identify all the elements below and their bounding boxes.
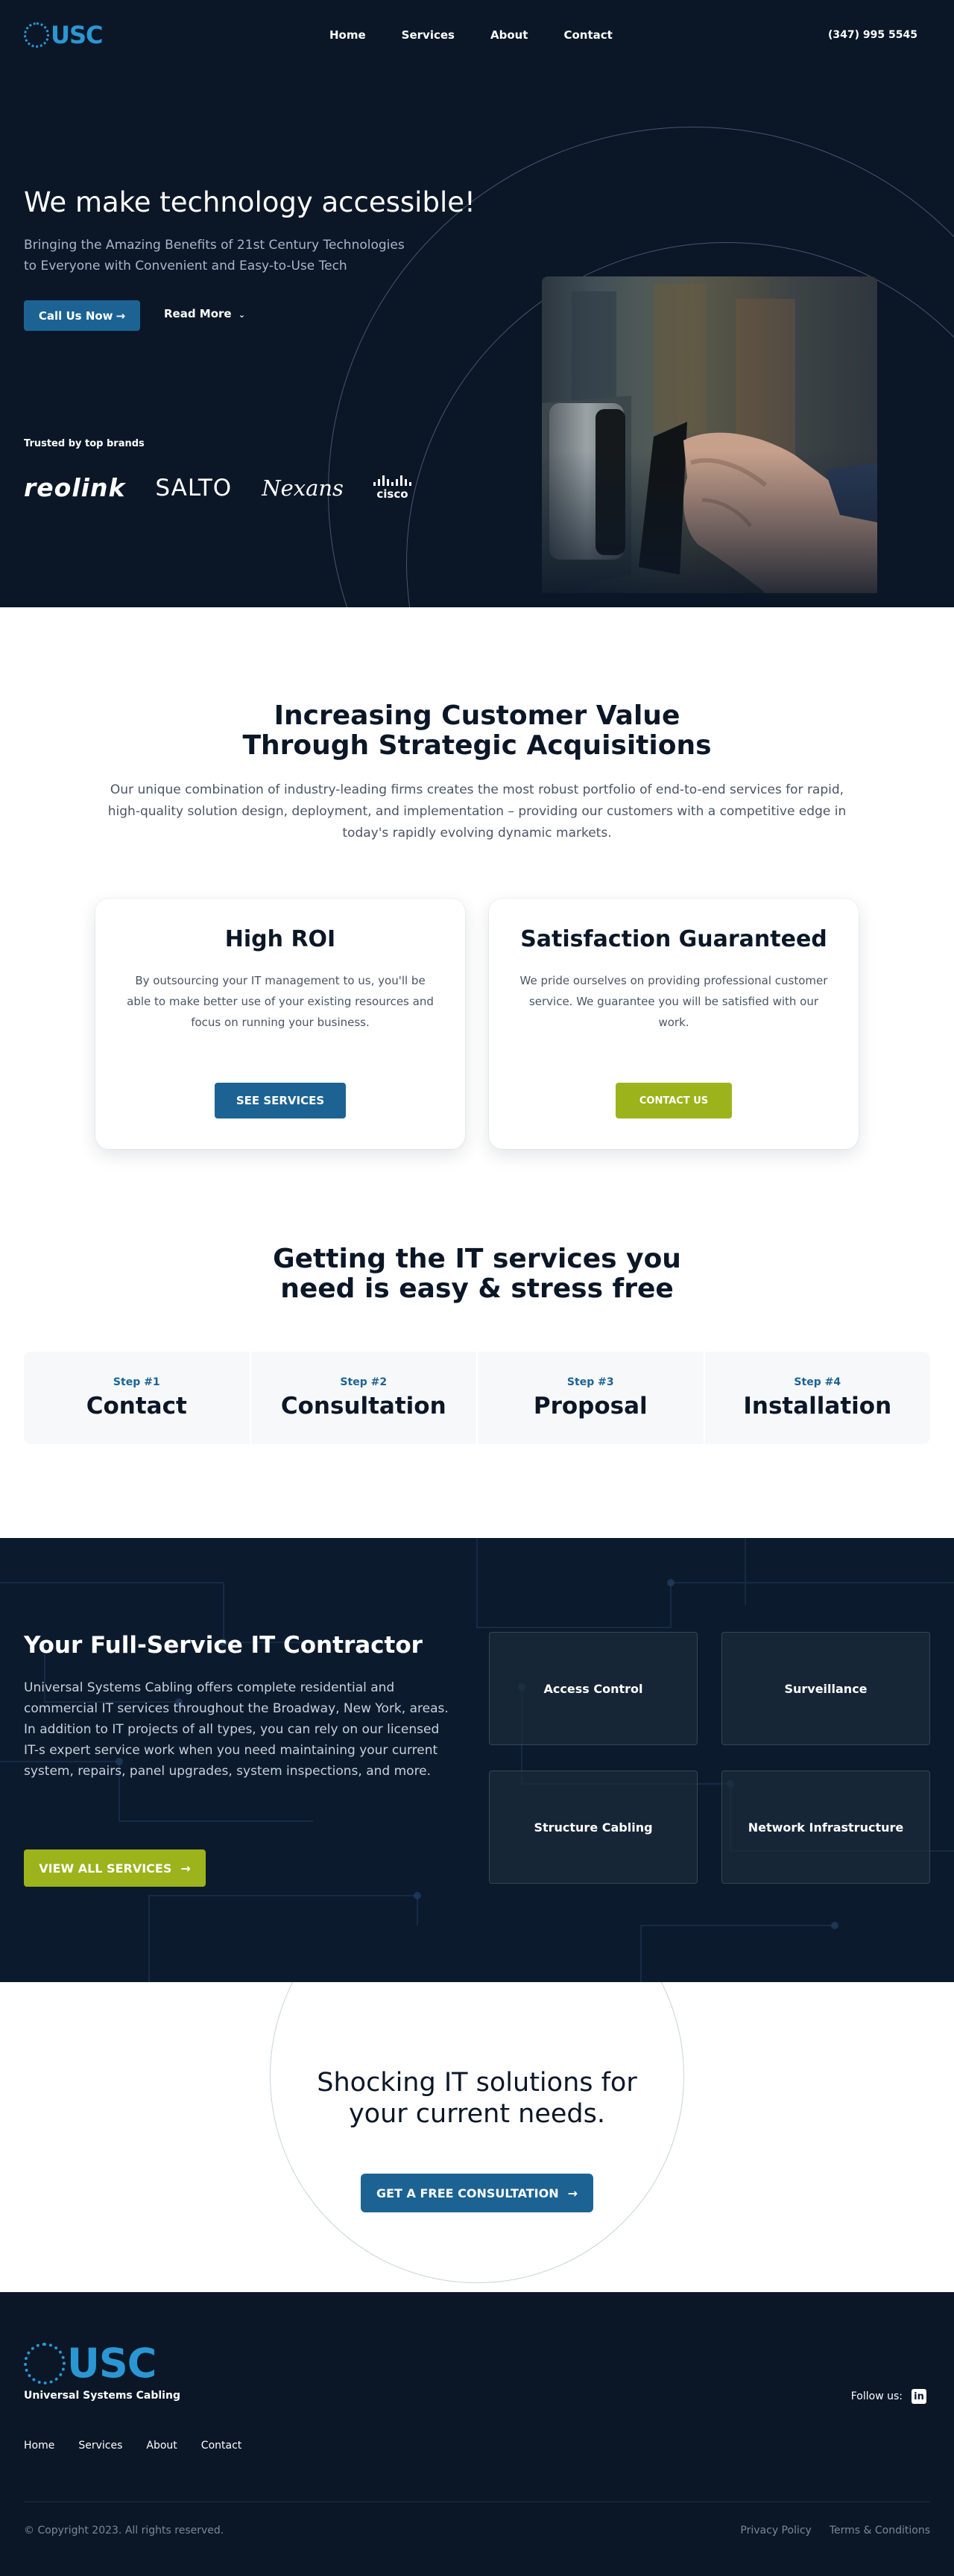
contractor-text: Universal Systems Cabling offers complet…: [24, 1680, 449, 1779]
title-line: Getting the IT services you: [273, 1244, 681, 1274]
brand-logo-nexans: Nexans: [262, 475, 344, 501]
step-number: Step #3: [566, 1376, 614, 1388]
hero-title: We make technology accessible!: [24, 186, 476, 218]
logo-dots-icon: [24, 2343, 66, 2384]
step-number: Step #1: [113, 1376, 160, 1388]
phone-link[interactable]: (347) 995 5545: [828, 29, 917, 41]
acquisitions-lead: Our unique combination of industry-leadi…: [107, 782, 847, 841]
arrow-right-icon: →: [567, 2186, 578, 2200]
card-satisfaction: Satisfaction Guaranteed We pride ourselv…: [489, 899, 859, 1149]
card-title: High ROI: [224, 926, 336, 952]
brand-logo-reolink: reolink: [24, 473, 126, 502]
trusted-label: Trusted by top brands: [24, 438, 145, 449]
step-consultation: Step #2 Consultation: [250, 1352, 476, 1444]
service-tile-surveillance[interactable]: Surveillance: [721, 1632, 930, 1745]
free-consultation-button[interactable]: GET A FREE CONSULTATION →: [361, 2174, 593, 2212]
nav-link-contact[interactable]: Contact: [563, 28, 612, 42]
nav-link-home[interactable]: Home: [329, 28, 366, 42]
read-more-label: Read More: [164, 307, 232, 320]
title-line: Shocking IT solutions for: [317, 2068, 637, 2098]
brand-logo-cisco: cisco: [373, 475, 411, 501]
service-tile-structure-cabling[interactable]: Structure Cabling: [489, 1770, 698, 1884]
footer-logo-text: USC: [67, 2340, 157, 2387]
step-name: Consultation: [280, 1393, 446, 1420]
arrow-right-icon: →: [180, 1861, 191, 1876]
title-line: Through Strategic Acquisitions: [242, 730, 712, 761]
linkedin-icon[interactable]: in: [912, 2389, 926, 2404]
view-all-services-button[interactable]: VIEW ALL SERVICES →: [24, 1849, 206, 1887]
arrow-right-icon: →: [116, 308, 126, 323]
cisco-bars-icon: [373, 475, 411, 486]
step-name: Installation: [743, 1393, 892, 1420]
service-tile-access-control[interactable]: Access Control: [489, 1632, 698, 1745]
read-more-button[interactable]: Read More ⌄: [164, 307, 245, 320]
brand-logos: reolink SALTO Nexans cisco: [24, 473, 441, 502]
contact-us-button[interactable]: CONTACT US: [616, 1083, 732, 1118]
title-line: need is easy & stress free: [280, 1273, 674, 1304]
steps-row: Step #1 Contact Step #2 Consultation Ste…: [24, 1352, 930, 1444]
decorative-ring: [270, 1982, 684, 2283]
see-services-button[interactable]: SEE SERVICES: [215, 1083, 346, 1118]
footer-company-name: Universal Systems Cabling: [24, 2390, 180, 2402]
copyright: © Copyright 2023. All rights reserved.: [24, 2525, 224, 2537]
title-line: your current needs.: [348, 2099, 606, 2129]
follow-label: Follow us:: [850, 2390, 903, 2402]
acquisitions-title: Increasing Customer Value Through Strate…: [0, 701, 954, 761]
terms-link[interactable]: Terms & Conditions: [830, 2525, 930, 2537]
footer-link-contact[interactable]: Contact: [201, 2440, 241, 2452]
brand-logo-salto: SALTO: [155, 474, 233, 501]
nav-link-services[interactable]: Services: [402, 28, 455, 42]
footer-link-about[interactable]: About: [146, 2440, 177, 2452]
cisco-wordmark: cisco: [376, 487, 408, 501]
logo-text: USC: [51, 21, 104, 49]
hero-subtitle-line: to Everyone with Convenient and Easy-to-…: [24, 259, 347, 273]
footer-link-home[interactable]: Home: [24, 2440, 54, 2452]
steps-section: Getting the IT services you need is easy…: [0, 1194, 954, 1538]
hero-photo-keycard-reader: [542, 276, 877, 593]
follow-us: Follow us: in: [851, 2389, 926, 2404]
card-high-roi: High ROI By outsourcing your IT manageme…: [95, 899, 465, 1149]
legal-links: Privacy Policy Terms & Conditions: [740, 2525, 930, 2537]
hero-section: USC Home Services About Contact (347) 99…: [0, 0, 954, 607]
hero-subtitle-line: Bringing the Amazing Benefits of 21st Ce…: [24, 238, 405, 253]
card-text: We pride ourselves on providing professi…: [519, 974, 828, 1029]
step-name: Proposal: [533, 1393, 648, 1420]
keycard-photo-illustration: [542, 276, 877, 593]
main-menu: Home Services About Contact: [329, 28, 648, 42]
steps-title: Getting the IT services you need is easy…: [0, 1244, 954, 1304]
card-title: Satisfaction Guaranteed: [520, 926, 827, 952]
step-installation: Step #4 Installation: [704, 1352, 930, 1444]
view-all-label: VIEW ALL SERVICES: [39, 1861, 172, 1876]
footer-menu: Home Services About Contact: [24, 2440, 265, 2452]
step-number: Step #2: [340, 1376, 388, 1388]
free-consultation-label: GET A FREE CONSULTATION: [376, 2186, 559, 2200]
call-us-label: Call Us Now: [38, 308, 113, 323]
footer-divider: [24, 2501, 930, 2502]
privacy-policy-link[interactable]: Privacy Policy: [740, 2525, 811, 2537]
consultation-section: Shocking IT solutions for your current n…: [0, 1982, 954, 2292]
logo-link[interactable]: USC: [24, 21, 104, 49]
logo-dots-icon: [24, 22, 49, 48]
contractor-title: Your Full-Service IT Contractor: [24, 1632, 423, 1659]
footer: USC Universal Systems Cabling Follow us:…: [0, 2292, 954, 2576]
consultation-title: Shocking IT solutions for your current n…: [0, 2067, 954, 2130]
top-nav: USC Home Services About Contact (347) 99…: [0, 0, 954, 72]
service-tile-network-infrastructure[interactable]: Network Infrastructure: [721, 1770, 930, 1884]
hero-subtitle: Bringing the Amazing Benefits of 21st Ce…: [24, 235, 441, 276]
footer-link-services[interactable]: Services: [78, 2440, 122, 2452]
card-text: By outsourcing your IT management to us,…: [127, 974, 434, 1029]
contractor-section: Your Full-Service IT Contractor Universa…: [0, 1538, 954, 1982]
step-number: Step #4: [794, 1376, 841, 1388]
step-contact: Step #1 Contact: [24, 1352, 250, 1444]
step-name: Contact: [86, 1393, 187, 1420]
call-us-button[interactable]: Call Us Now →: [24, 300, 140, 331]
chevron-down-icon: ⌄: [238, 310, 246, 320]
step-proposal: Step #3 Proposal: [478, 1352, 704, 1444]
nav-link-about[interactable]: About: [490, 28, 528, 42]
title-line: Increasing Customer Value: [274, 700, 680, 731]
footer-logo-link[interactable]: USC: [24, 2340, 157, 2387]
